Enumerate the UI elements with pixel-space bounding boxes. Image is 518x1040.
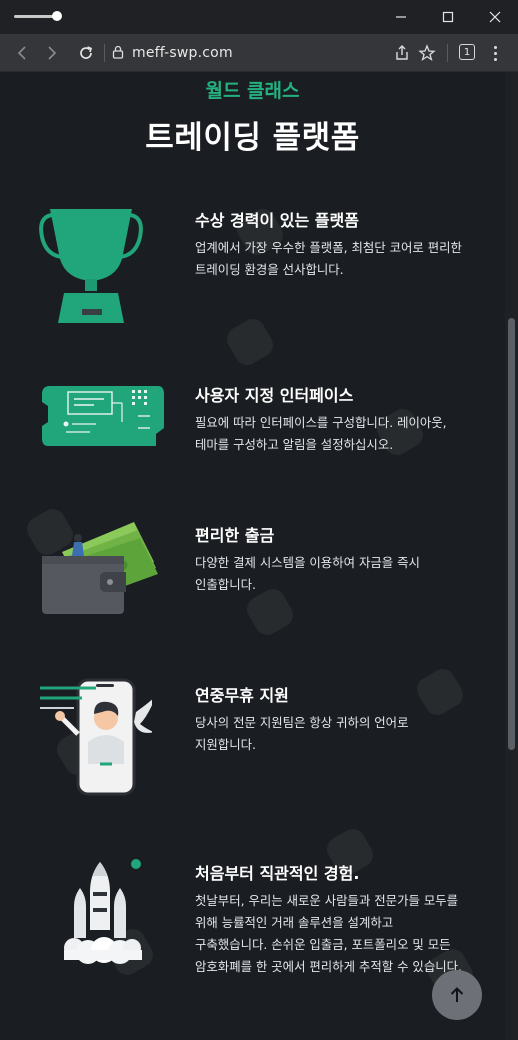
arrow-up-icon (450, 987, 464, 1002)
feature-title: 처음부터 직관적인 경험. (195, 864, 360, 883)
menu-dots-icon[interactable] (485, 43, 505, 63)
page-scrollbar[interactable] (505, 72, 518, 1040)
feature-title: 연중무휴 지원 (195, 686, 289, 705)
minimize-icon[interactable] (386, 5, 416, 29)
tab-count-icon[interactable]: 1 (459, 44, 475, 60)
rocket-icon (64, 859, 142, 964)
feature-title: 편리한 출금 (195, 526, 275, 545)
feature-title: 사용자 지정 인터페이스 (195, 386, 354, 405)
hero-eyebrow: 월드 클래스 (205, 80, 300, 102)
feature-desc: 업계에서 가장 우수한 플랫폼, 최첨단 코어로 편리한 트레이딩 환경을 선사… (195, 240, 462, 277)
back-arrow-icon[interactable] (10, 41, 34, 65)
wallet-cash-icon (42, 522, 158, 614)
share-icon[interactable] (390, 41, 414, 65)
page-title: 트레이딩 플랫폼 (145, 120, 360, 156)
lock-icon[interactable] (112, 44, 124, 63)
bookmark-icon[interactable] (415, 41, 439, 65)
support-phone-icon (40, 678, 152, 796)
window-titlebar (0, 0, 518, 34)
url-text[interactable]: meff-swp.com (132, 45, 233, 61)
maximize-icon[interactable] (433, 5, 463, 29)
address-bar: meff-swp.com (0, 34, 518, 72)
divider (447, 44, 448, 62)
reload-icon[interactable] (74, 41, 98, 65)
scrollbar-thumb[interactable] (508, 318, 515, 750)
page-content: 월드 클래스 트레이딩 플랫폼 수상 경력이 있는 플랫폼 업계에서 가장 우수… (0, 72, 505, 1040)
url-field[interactable]: meff-swp.com (112, 43, 233, 63)
feature-desc: 필요에 따라 인터페이스를 구성합니다. 레이아웃, 테마를 구성하고 알림을 … (195, 415, 447, 452)
interface-panel-icon (42, 386, 164, 446)
feature-title: 수상 경력이 있는 플랫폼 (195, 211, 359, 230)
feature-desc: 다양한 결제 시스템을 이용하여 자금을 즉시 인출합니다. (195, 555, 420, 592)
divider (104, 44, 105, 62)
feature-desc: 당사의 전문 지원팀은 항상 귀하의 언어로 지원합니다. (195, 715, 409, 752)
close-icon[interactable] (480, 5, 510, 29)
feature-desc: 첫날부터, 우리는 새로운 사람들과 전문가들 모두를 위해 능률적인 거래 솔… (195, 893, 462, 974)
trophy-icon (39, 209, 143, 323)
forward-arrow-icon[interactable] (40, 41, 64, 65)
back-to-top-button[interactable] (432, 970, 482, 1020)
